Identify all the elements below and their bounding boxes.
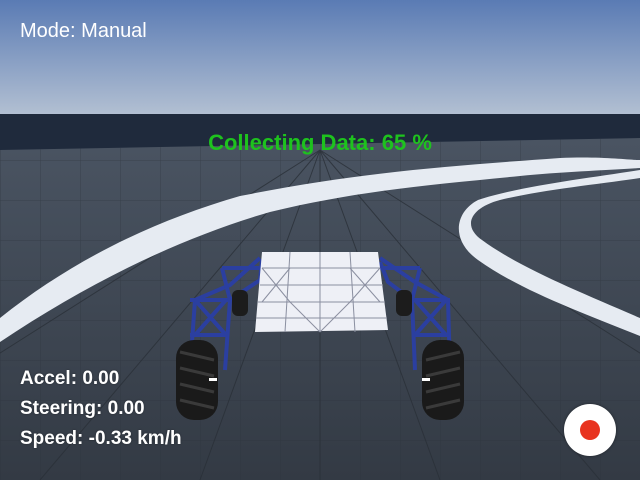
mode-value: Manual [81, 20, 147, 42]
mode-indicator: Mode: Manual [20, 20, 147, 43]
rear-wheel-left [232, 290, 248, 316]
sky [0, 0, 640, 122]
accel-label: Accel: [20, 368, 78, 389]
front-wheel-right [422, 340, 464, 420]
speed-label: Speed: [20, 428, 84, 449]
steering-readout: Steering: 0.00 [20, 398, 145, 420]
collecting-value: 65 [381, 130, 407, 155]
rover-chassis [255, 251, 388, 333]
record-button[interactable] [564, 404, 616, 456]
accel-value: 0.00 [82, 368, 120, 389]
speed-value: -0.33 [88, 428, 132, 449]
accel-readout: Accel: 0.00 [20, 368, 119, 390]
collecting-unit: % [412, 130, 432, 155]
collecting-label: Collecting Data: [208, 130, 376, 155]
mode-label: Mode: [20, 20, 76, 42]
steering-label: Steering: [20, 398, 103, 419]
record-icon [580, 420, 600, 440]
steering-value: 0.00 [107, 398, 145, 419]
front-wheel-left [176, 340, 218, 420]
rear-wheel-right [396, 290, 412, 316]
speed-unit: km/h [137, 428, 182, 449]
collecting-data-status: Collecting Data: 65 % [0, 130, 640, 156]
speed-readout: Speed: -0.33 km/h [20, 428, 182, 450]
